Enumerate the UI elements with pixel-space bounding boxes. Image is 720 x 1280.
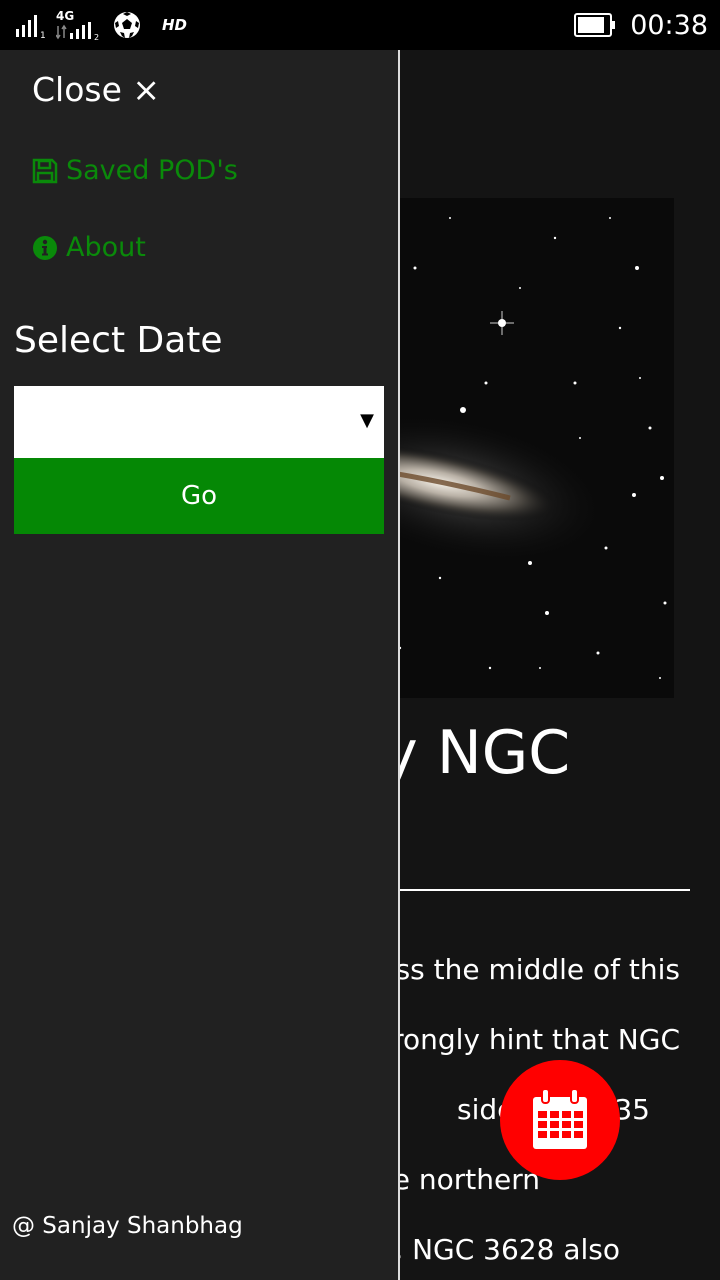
svg-text:2: 2 xyxy=(94,33,99,40)
menu-item-label: Saved POD's xyxy=(66,155,238,186)
soccer-ball-icon xyxy=(114,12,140,38)
credit-text: @ Sanjay Shanbhag xyxy=(12,1213,243,1239)
side-drawer: Close × Saved POD's About Select Date ▼ … xyxy=(0,50,400,1280)
go-button[interactable]: Go xyxy=(14,458,384,534)
select-date-heading: Select Date xyxy=(14,320,223,361)
menu-item-label: About xyxy=(66,232,146,263)
svg-text:1: 1 xyxy=(40,31,46,39)
signal-sim2-icon: 2 xyxy=(56,22,99,40)
info-circle-icon xyxy=(33,235,57,260)
clock: 00:38 xyxy=(630,9,708,41)
battery-icon xyxy=(574,13,616,37)
signal-sim2-group: 4G 2 xyxy=(56,10,102,40)
status-bar: 1 4G 2 HD 00:38 xyxy=(0,0,720,50)
floppy-disk-icon xyxy=(32,158,58,183)
divider xyxy=(390,889,690,891)
status-right: 00:38 xyxy=(574,8,708,42)
menu-item-saved-pods[interactable]: Saved POD's xyxy=(32,155,238,186)
close-drawer-button[interactable]: Close × xyxy=(32,70,160,109)
signal-sim1-icon: 1 xyxy=(16,15,46,39)
date-select[interactable]: ▼ xyxy=(14,386,384,458)
dropdown-arrow-icon: ▼ xyxy=(360,410,374,431)
hd-indicator: HD xyxy=(162,16,188,34)
calendar-icon xyxy=(533,1089,587,1149)
calendar-fab-button[interactable] xyxy=(500,1060,620,1180)
status-left: 1 4G 2 HD xyxy=(16,9,187,41)
menu-item-about[interactable]: About xyxy=(32,232,146,263)
network-type-label: 4G xyxy=(56,9,75,23)
